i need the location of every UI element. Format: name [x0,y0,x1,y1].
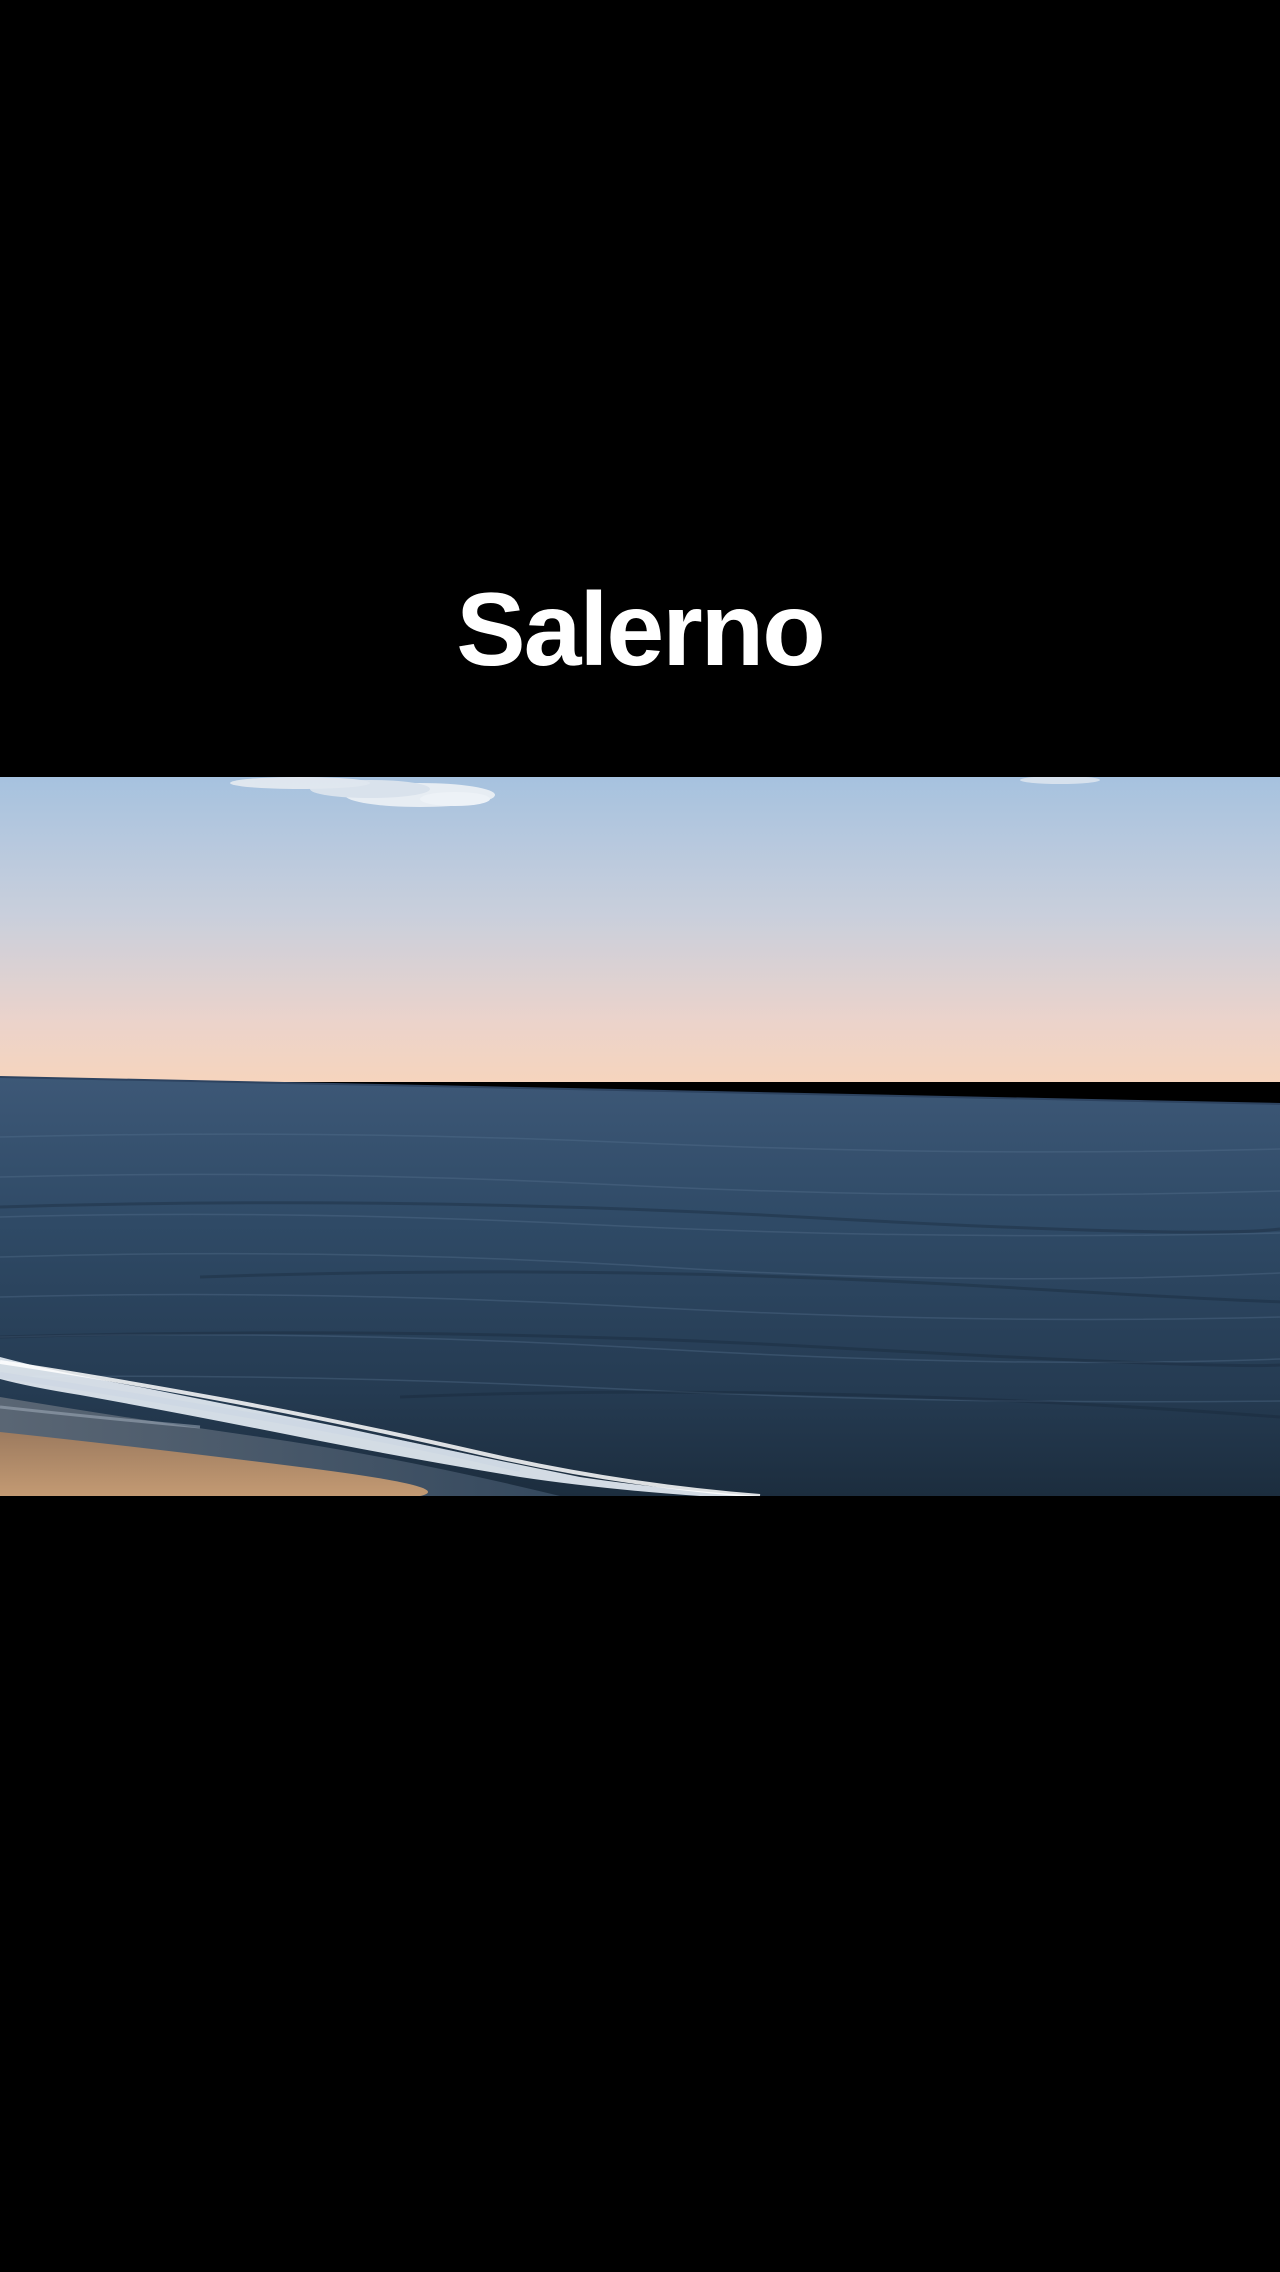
seascape-photo [0,777,1280,1496]
caption-title: Salerno [456,572,825,688]
sky [0,777,1280,1082]
video-frame: { "caption": { "title": "Salerno" }, "co… [0,0,1280,2272]
seascape-illustration [0,777,1280,1496]
